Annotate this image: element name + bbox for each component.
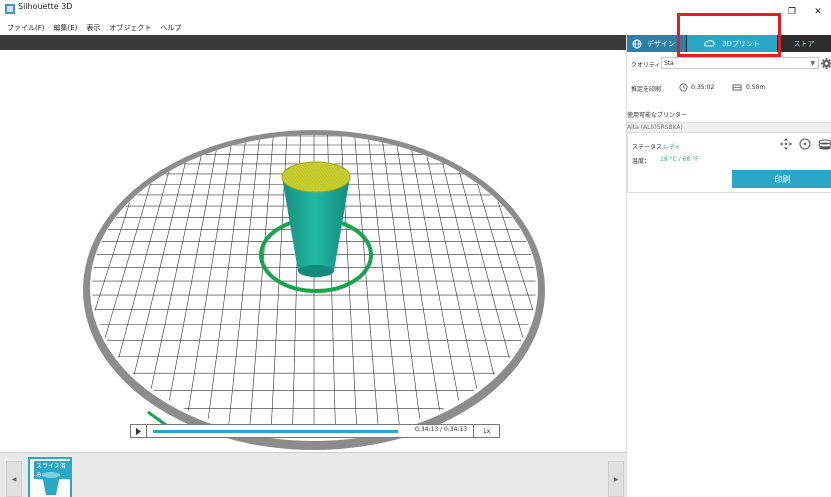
menu-file[interactable]: ファイル(F) (7, 22, 45, 35)
tab-design-label: デザイン (647, 39, 675, 48)
bed-icon[interactable] (818, 139, 831, 150)
quality-row: クオリティ Sta ▼ (627, 56, 831, 72)
temperature-value: 19 °C / 66 °F (660, 156, 699, 163)
estimate-time: 0:35:02 (691, 84, 715, 91)
thumbnail-strip: ◀ スライス済み ▶ (0, 452, 626, 497)
close-button[interactable]: ✕ (805, 0, 831, 24)
status-label: ステータス: (632, 144, 665, 151)
menu-object[interactable]: オブジェクト (109, 22, 151, 35)
playback-bar: 0:34:13 / 0:34:13 1x (130, 424, 500, 438)
status-value: レディ (663, 144, 681, 151)
viewport-toolbar (0, 35, 626, 50)
right-panel: デザイン 3Dプリント ストア クオリティ Sta ▼ 推定を印刷 0:35:0… (626, 35, 831, 497)
move-icon[interactable] (780, 138, 792, 150)
estimate-row: 推定を印刷 0:35:02 0.50m (627, 82, 831, 96)
estimate-label: 推定を印刷 (631, 86, 662, 93)
printer-card: ステータス: レディ 温度： 19 °C / 66 °F 印刷 (627, 133, 831, 193)
scroll-left-button[interactable]: ◀ (6, 461, 22, 497)
menu-help[interactable]: ヘルプ (160, 22, 181, 35)
scroll-right-button[interactable]: ▶ (608, 461, 624, 497)
clock-icon (679, 83, 688, 92)
progress-fill (153, 430, 398, 433)
quality-label: クオリティ (631, 62, 661, 69)
print-bed-scene[interactable] (0, 50, 626, 452)
home-icon[interactable] (799, 138, 811, 150)
app-window: Silhouette 3D ❐ ✕ ファイル(F) 編集(E) 表示 オブジェク… (0, 0, 831, 497)
quality-value: Sta (664, 60, 674, 67)
chevron-down-icon: ▼ (810, 60, 815, 67)
window-title: Silhouette 3D (18, 2, 73, 11)
printers-header: 使用可能なプリンター (627, 108, 831, 120)
window-controls: ❐ ✕ (779, 0, 831, 24)
temperature-label: 温度： (632, 158, 651, 165)
speed-selector[interactable]: 1x (473, 424, 499, 438)
menu-bar: ファイル(F) 編集(E) 表示 オブジェクト ヘルプ (0, 22, 181, 35)
gear-icon[interactable] (821, 58, 831, 69)
time-readout: 0:34:13 / 0:34:13 (415, 426, 468, 433)
progress-track[interactable] (153, 430, 398, 433)
highlight-annotation (677, 13, 781, 57)
cup-thumbnail-icon (42, 472, 60, 495)
quality-select[interactable]: Sta ▼ (661, 57, 819, 69)
play-button[interactable] (131, 425, 147, 437)
printers-label: 使用可能なプリンター (627, 112, 688, 119)
tab-store[interactable]: ストア (777, 35, 831, 52)
menu-edit[interactable]: 編集(E) (54, 22, 78, 35)
app-logo-icon (5, 4, 15, 14)
print-button[interactable]: 印刷 (732, 170, 831, 188)
3d-viewport[interactable]: 0:34:13 / 0:34:13 1x (0, 50, 626, 452)
globe-icon (632, 39, 642, 48)
restore-button[interactable]: ❐ (779, 0, 805, 24)
printer-name[interactable]: Alta (ALt05RSBKA) (627, 122, 831, 133)
estimate-length: 0.50m (746, 84, 766, 91)
menu-view[interactable]: 表示 (86, 22, 100, 35)
play-icon (136, 427, 141, 435)
filament-spool-icon (732, 84, 742, 91)
thumbnail-item[interactable]: スライス済み (28, 457, 72, 497)
